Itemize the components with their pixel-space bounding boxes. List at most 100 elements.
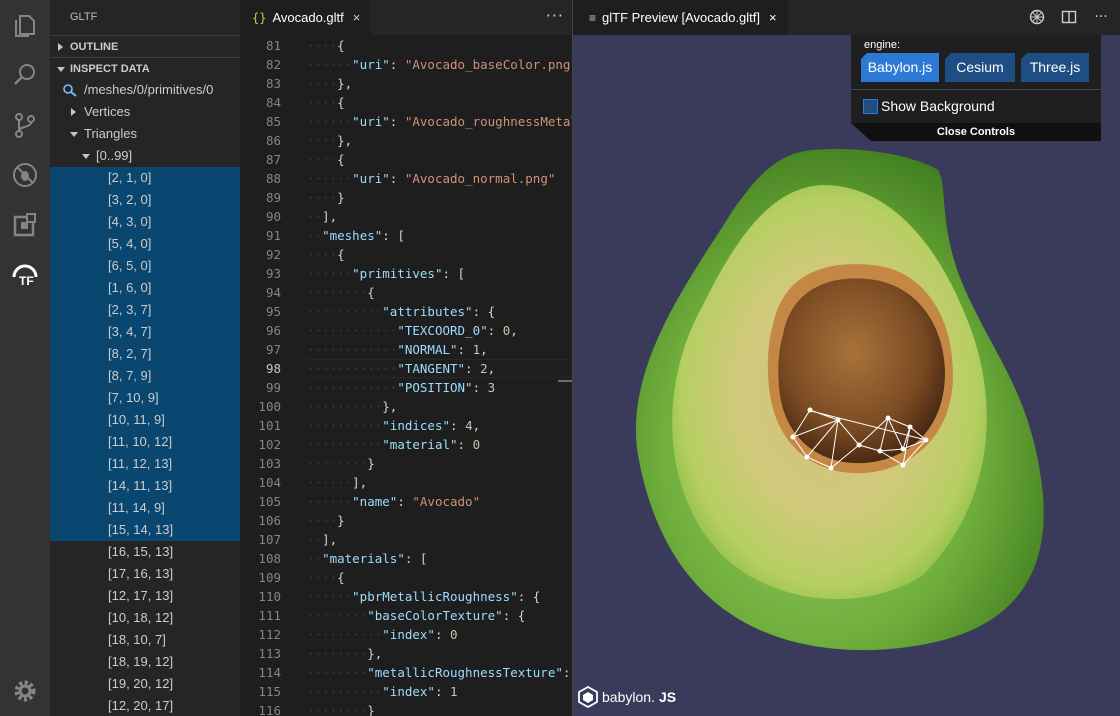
inspect-data-section-header[interactable]: INSPECT DATA	[50, 57, 240, 79]
triangle-item[interactable]: [19, 20, 12]	[50, 673, 240, 695]
engine-cesium-button[interactable]: Cesium	[945, 53, 1015, 82]
code-line[interactable]: 93 ······"primitives": [	[240, 264, 572, 283]
code-line[interactable]: 82 ······"uri": "Avocado_baseColor.png"	[240, 55, 572, 74]
line-text: ········"baseColorTexture": {	[307, 608, 526, 623]
token: }	[367, 703, 375, 716]
code-line[interactable]: 94 ········{	[240, 283, 572, 302]
code-line[interactable]: 104 ······],	[240, 473, 572, 492]
close-icon[interactable]: ×	[769, 10, 777, 25]
code-line[interactable]: 108 ··"materials": [	[240, 549, 572, 568]
code-line[interactable]: 114 ········"metallicRoughnessTexture": {	[240, 663, 572, 682]
triangle-item[interactable]: [11, 10, 12]	[50, 431, 240, 453]
triangle-item[interactable]: [2, 3, 7]	[50, 299, 240, 321]
code-line[interactable]: 107 ··],	[240, 530, 572, 549]
code-line[interactable]: 87 ····{	[240, 150, 572, 169]
triangle-item[interactable]: [1, 6, 0]	[50, 277, 240, 299]
triangle-item[interactable]: [18, 19, 12]	[50, 651, 240, 673]
triangle-item[interactable]: [8, 7, 9]	[50, 365, 240, 387]
triangle-item[interactable]: [15, 14, 13]	[50, 519, 240, 541]
code-line[interactable]: 92 ····{	[240, 245, 572, 264]
code-line[interactable]: 81 ····{	[240, 36, 572, 55]
triangle-item[interactable]: [11, 14, 9]	[50, 497, 240, 519]
token: },	[367, 646, 383, 661]
triangle-item[interactable]: [16, 15, 13]	[50, 541, 240, 563]
code-line[interactable]: 116 ········}	[240, 701, 572, 716]
code-line[interactable]: 103 ········}	[240, 454, 572, 473]
code-line[interactable]: 86 ····},	[240, 131, 572, 150]
triangle-item[interactable]: [5, 4, 0]	[50, 233, 240, 255]
triangle-item[interactable]: [10, 18, 12]	[50, 607, 240, 629]
code-line[interactable]: 98 ············"TANGENT": 2,	[240, 359, 572, 378]
triangle-item[interactable]: [6, 5, 0]	[50, 255, 240, 277]
explorer-icon[interactable]	[0, 0, 50, 50]
code-line[interactable]: 95 ··········"attributes": {	[240, 302, 572, 321]
extensions-icon[interactable]	[0, 200, 50, 250]
triangle-item[interactable]: [11, 12, 13]	[50, 453, 240, 475]
scrollbar-marker	[558, 380, 572, 382]
search-icon[interactable]	[0, 50, 50, 100]
code-line[interactable]: 115 ··········"index": 1	[240, 682, 572, 701]
code-line[interactable]: 111 ········"baseColorTexture": {	[240, 606, 572, 625]
show-background-checkbox[interactable]	[863, 99, 878, 114]
code-line[interactable]: 105 ······"name": "Avocado"	[240, 492, 572, 511]
preview-tab[interactable]: ≡ glTF Preview [Avocado.gltf] ×	[573, 0, 788, 35]
vertices-item[interactable]: Vertices	[50, 101, 240, 123]
source-control-icon[interactable]	[0, 100, 50, 150]
triangle-item[interactable]: [4, 3, 0]	[50, 211, 240, 233]
triangle-item[interactable]: [3, 4, 7]	[50, 321, 240, 343]
triangle-item[interactable]: [2, 1, 0]	[50, 167, 240, 189]
code-line[interactable]: 100 ··········},	[240, 397, 572, 416]
code-line[interactable]: 97 ············"NORMAL": 1,	[240, 340, 572, 359]
code-line[interactable]: 88 ······"uri": "Avocado_normal.png"	[240, 169, 572, 188]
close-icon[interactable]: ×	[353, 10, 361, 25]
line-number: 93	[265, 266, 281, 281]
code-line[interactable]: 101 ··········"indices": 4,	[240, 416, 572, 435]
code-line[interactable]: 110 ······"pbrMetallicRoughness": {	[240, 587, 572, 606]
line-text: ··"materials": [	[307, 551, 428, 566]
triangle-item[interactable]: [14, 11, 13]	[50, 475, 240, 497]
triangle-item[interactable]: [10, 11, 9]	[50, 409, 240, 431]
close-controls-button[interactable]: Close Controls	[851, 123, 1101, 141]
code-line[interactable]: 102 ··········"material": 0	[240, 435, 572, 454]
code-line[interactable]: 106 ····}	[240, 511, 572, 530]
token: :	[434, 684, 451, 699]
line-text: ············"NORMAL": 1,	[307, 342, 488, 357]
triangle-item[interactable]: [7, 10, 9]	[50, 387, 240, 409]
gltf-icon[interactable]: TF	[0, 250, 50, 300]
show-background-row[interactable]: Show Background	[851, 89, 1101, 123]
inspect-path-item[interactable]: /meshes/0/primitives/0	[50, 79, 240, 101]
range-item[interactable]: [0..99]	[50, 145, 240, 167]
triangle-item[interactable]: [18, 10, 7]	[50, 629, 240, 651]
triangle-item[interactable]: [12, 20, 17]	[50, 695, 240, 716]
triangles-item[interactable]: Triangles	[50, 123, 240, 145]
code-line[interactable]: 96 ············"TEXCOORD_0": 0,	[240, 321, 572, 340]
editor-tab[interactable]: {} Avocado.gltf ×	[240, 0, 370, 35]
engine-threejs-button[interactable]: Three.js	[1021, 53, 1089, 82]
line-number: 116	[258, 703, 281, 716]
code-line[interactable]: 85 ······"uri": "Avocado_roughnessMetalli…	[240, 112, 572, 131]
code-line[interactable]: 112 ··········"index": 0	[240, 625, 572, 644]
triangle-item[interactable]: [3, 2, 0]	[50, 189, 240, 211]
split-editor-icon[interactable]	[1060, 8, 1078, 26]
triangle-item[interactable]: [12, 17, 13]	[50, 585, 240, 607]
debug-icon[interactable]	[0, 150, 50, 200]
code-line[interactable]: 90 ··],	[240, 207, 572, 226]
settings-icon[interactable]	[0, 666, 50, 716]
code-line[interactable]: 89 ····}	[240, 188, 572, 207]
outline-section-header[interactable]: OUTLINE	[50, 35, 240, 57]
more-actions-icon[interactable]: ···	[546, 6, 564, 25]
code-line[interactable]: 113 ········},	[240, 644, 572, 663]
more-actions-icon[interactable]: ···	[1092, 8, 1110, 26]
triangles-label: Triangles	[84, 126, 137, 141]
code-line[interactable]: 91 ··"meshes": [	[240, 226, 572, 245]
line-text: ······"uri": "Avocado_baseColor.png"	[307, 55, 572, 74]
engine-babylon-button[interactable]: Babylon.js	[861, 53, 939, 82]
triangle-item[interactable]: [8, 2, 7]	[50, 343, 240, 365]
code-line[interactable]: 99 ············"POSITION": 3	[240, 378, 572, 397]
code-line[interactable]: 83 ····},	[240, 74, 572, 93]
code-line[interactable]: 109 ····{	[240, 568, 572, 587]
inspector-icon[interactable]	[1028, 8, 1046, 26]
triangle-item[interactable]: [17, 16, 13]	[50, 563, 240, 585]
code-lines[interactable]: 81 ····{82 ······"uri": "Avocado_baseColor…	[240, 36, 572, 716]
code-line[interactable]: 84 ····{	[240, 93, 572, 112]
